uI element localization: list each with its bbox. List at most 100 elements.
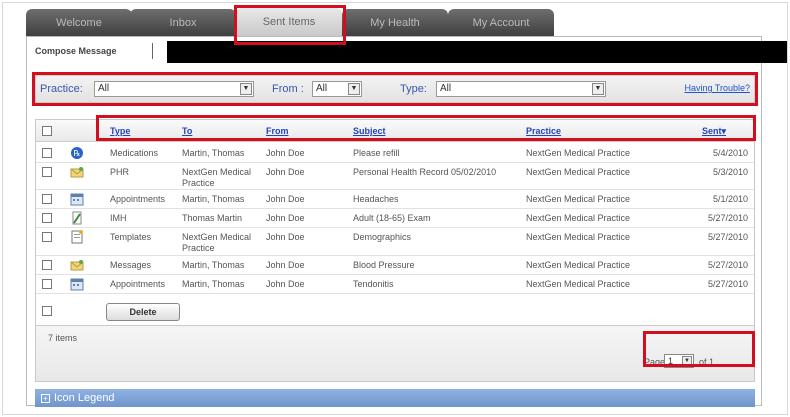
table-footer: 7 items Page 1 ▼ of 1 <box>36 325 754 381</box>
toolbar-divider <box>152 43 153 59</box>
cell-type: Templates <box>110 232 152 242</box>
cell-subject[interactable]: Adult (18-65) Exam <box>353 213 503 224</box>
cell-sent: 5/27/2010 <box>707 232 748 242</box>
row-checkbox[interactable] <box>42 306 52 316</box>
from-select[interactable]: All ▼ <box>312 81 362 97</box>
column-header-subject[interactable]: Subject <box>353 126 386 136</box>
cell-from: John Doe <box>266 279 305 289</box>
page-select-value: 1 <box>668 356 674 366</box>
from-select-value: All <box>316 83 328 94</box>
cell-subject[interactable]: Please refill <box>353 148 503 159</box>
cell-to: NextGen Medical Practice <box>182 232 252 253</box>
cell-sent: 5/27/2010 <box>707 260 748 270</box>
sort-descending-icon: ▾ <box>721 126 727 136</box>
cell-to: Thomas Martin <box>182 213 243 223</box>
chevron-down-icon: ▼ <box>592 83 604 95</box>
form-icon <box>70 211 84 225</box>
cell-practice: NextGen Medical Practice <box>526 213 631 223</box>
cell-type: Medications <box>110 148 159 158</box>
cell-sent: 5/1/2010 <box>712 194 748 204</box>
page-label: Page <box>644 357 666 367</box>
cell-from: John Doe <box>266 148 305 158</box>
calendar-icon <box>70 192 84 206</box>
tab-my-account[interactable]: My Account <box>448 9 554 36</box>
cell-practice: NextGen Medical Practice <box>526 167 631 177</box>
envelope-icon <box>70 165 84 179</box>
practice-filter-label: Practice: <box>40 83 83 95</box>
row-checkbox[interactable] <box>42 213 52 223</box>
calendar-icon <box>70 277 84 291</box>
compose-message-link[interactable]: Compose Message <box>35 46 117 56</box>
medication-icon: ℞ <box>70 146 84 160</box>
having-trouble-link[interactable]: Having Trouble? <box>684 83 750 93</box>
tab-sent-items[interactable]: Sent Items <box>236 8 342 36</box>
delete-button[interactable]: Delete <box>106 303 180 321</box>
row-checkbox[interactable] <box>42 232 52 242</box>
column-header-practice[interactable]: Practice <box>526 126 561 136</box>
table-row[interactable]: Appointments Martin, Thomas John Doe Tendon… <box>36 275 754 294</box>
column-header-to[interactable]: To <box>182 126 192 136</box>
cell-type: Messages <box>110 260 152 270</box>
table-row[interactable]: Appointments Martin, Thomas John Doe Headac… <box>36 190 754 209</box>
table-row[interactable]: Templates NextGen Medical Practice John Do… <box>36 228 754 256</box>
table-header: Type To From Subject Practice Sent▾ <box>36 120 754 142</box>
row-checkbox[interactable] <box>42 167 52 177</box>
page-select[interactable]: 1 ▼ <box>664 354 694 368</box>
envelope-icon <box>70 258 84 272</box>
cell-subject[interactable]: Personal Health Record 05/02/2010 <box>353 167 503 178</box>
sent-items-panel: Compose Message Practice: All ▼ From : A… <box>26 36 787 407</box>
cell-to: NextGen Medical Practice <box>182 167 252 188</box>
cell-subject[interactable]: Demographics <box>353 232 503 243</box>
icon-legend-bar[interactable]: + Icon Legend <box>35 389 755 407</box>
cell-subject[interactable]: Tendonitis <box>353 279 503 290</box>
column-header-type[interactable]: Type <box>110 126 130 136</box>
cell-sent: 5/3/2010 <box>712 167 748 177</box>
select-all-checkbox[interactable] <box>42 126 52 136</box>
row-checkbox[interactable] <box>42 194 52 204</box>
cell-to: Martin, Thomas <box>182 279 245 289</box>
row-checkbox[interactable] <box>42 148 52 158</box>
cell-practice: NextGen Medical Practice <box>526 148 631 158</box>
from-filter-label: From : <box>272 83 304 95</box>
cell-from: John Doe <box>266 213 305 223</box>
practice-select-value: All <box>98 83 110 94</box>
row-checkbox[interactable] <box>42 260 52 270</box>
tab-inbox[interactable]: Inbox <box>130 9 236 36</box>
cell-type: IMH <box>110 213 127 223</box>
type-filter-label: Type: <box>400 83 427 95</box>
svg-text:℞: ℞ <box>73 149 80 158</box>
cell-from: John Doe <box>266 232 305 242</box>
cell-to: Martin, Thomas <box>182 260 245 270</box>
tab-bar: Welcome Inbox Sent Items My Health My Ac… <box>26 6 766 36</box>
tab-my-health[interactable]: My Health <box>342 9 448 36</box>
cell-to: Martin, Thomas <box>182 148 245 158</box>
compose-toolbar: Compose Message <box>27 37 787 67</box>
cell-practice: NextGen Medical Practice <box>526 194 631 204</box>
expand-icon: + <box>41 393 50 403</box>
row-checkbox[interactable] <box>42 279 52 289</box>
table-row[interactable]: IMH Thomas Martin John Doe Adult (18-65) Ex… <box>36 209 754 228</box>
icon-legend-label: Icon Legend <box>54 392 115 404</box>
cell-subject[interactable]: Blood Pressure <box>353 260 503 271</box>
cell-to: Martin, Thomas <box>182 194 245 204</box>
cell-from: John Doe <box>266 167 305 177</box>
sent-messages-table: Type To From Subject Practice Sent▾ ℞ Med… <box>35 119 755 382</box>
cell-sent: 5/27/2010 <box>707 279 748 289</box>
cell-type: PHR <box>110 167 130 177</box>
type-select[interactable]: All ▼ <box>436 81 606 97</box>
filter-bar: Practice: All ▼ From : All ▼ Type: All ▼… <box>35 75 755 103</box>
table-row[interactable]: PHR NextGen Medical Practice John Doe Perso… <box>36 163 754 190</box>
column-header-from[interactable]: From <box>266 126 289 136</box>
table-row[interactable]: Messages Martin, Thomas John Doe Blood Pres… <box>36 256 754 275</box>
practice-select[interactable]: All ▼ <box>94 81 254 97</box>
cell-subject[interactable]: Headaches <box>353 194 503 205</box>
tab-welcome[interactable]: Welcome <box>26 9 132 36</box>
cell-sent: 5/4/2010 <box>712 148 748 158</box>
column-header-sent[interactable]: Sent▾ <box>702 126 726 137</box>
cell-practice: NextGen Medical Practice <box>526 260 631 270</box>
cell-from: John Doe <box>266 260 305 270</box>
table-row[interactable]: ℞ Medications Martin, Thomas John Doe Please… <box>36 144 754 163</box>
cell-practice: NextGen Medical Practice <box>526 232 631 242</box>
template-icon <box>70 230 84 244</box>
page-total: of 1 <box>699 357 715 367</box>
